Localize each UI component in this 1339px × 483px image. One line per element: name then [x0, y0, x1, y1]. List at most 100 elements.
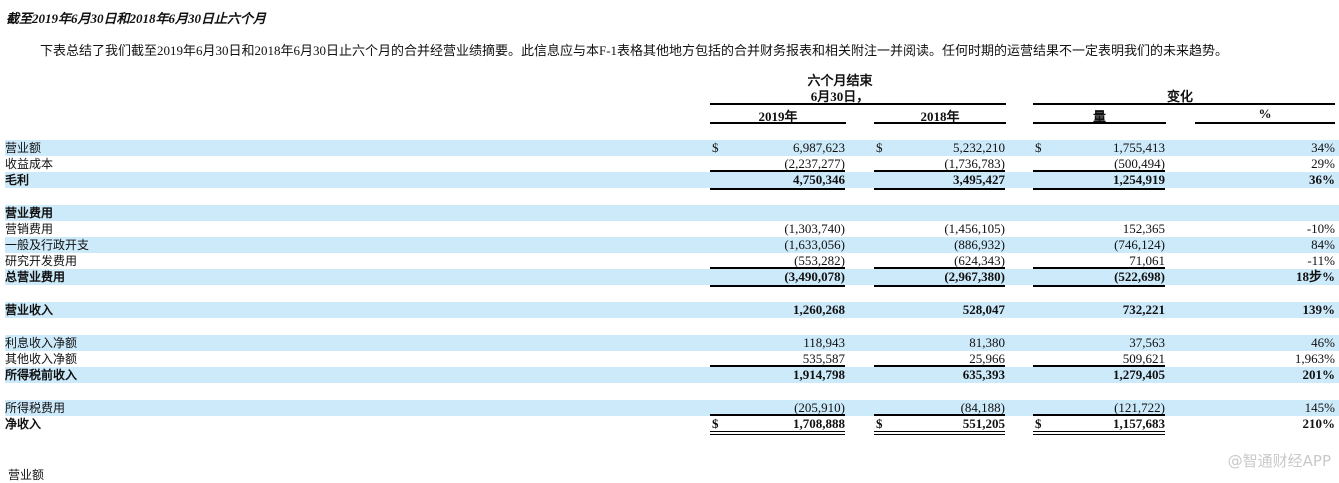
- cell-value: 4,750,346: [793, 172, 845, 187]
- spacer-row: [5, 188, 1339, 205]
- cell-value: 1,157,683: [1113, 416, 1165, 431]
- cell-value: 1,963%: [1294, 351, 1335, 366]
- table-row: 一般及行政开支 (1,633,056) (886,932) (746,124) 84%: [5, 237, 1339, 253]
- cell-v2018: (1,456,105): [874, 221, 1005, 237]
- cell-value: 210%: [1302, 416, 1336, 431]
- cell-value: (1,456,105): [944, 221, 1005, 236]
- cell-value: (886,932): [954, 237, 1005, 252]
- cell-pct: 139%: [1195, 302, 1336, 318]
- cell-value: -10%: [1306, 221, 1335, 236]
- cell-pct: 46%: [1195, 335, 1335, 351]
- cell-value: 635,393: [962, 367, 1005, 382]
- cell-chg: [1033, 205, 1165, 221]
- table-row: 营业收入 1,260,268 528,047 732,221 139%: [5, 302, 1339, 318]
- cell-value: (3,490,078): [784, 269, 845, 284]
- cell-v2019: (3,490,078): [710, 267, 845, 287]
- cell-v2019: 118,943: [710, 335, 845, 351]
- cell-chg: 732,221: [1033, 302, 1165, 318]
- cell-value: 145%: [1304, 400, 1335, 415]
- cell-value: 29%: [1311, 156, 1335, 171]
- row-label: 一般及行政开支: [5, 238, 90, 252]
- row-label: 其他收入净额: [5, 352, 78, 366]
- cell-v2019: 1,260,268: [710, 302, 845, 318]
- cell-v2018: 81,380: [874, 335, 1005, 351]
- cell-v2019: 4,750,346: [710, 170, 845, 190]
- currency-symbol: $: [876, 416, 883, 431]
- cell-value: (746,124): [1114, 237, 1165, 252]
- col-header-pct: %: [1258, 106, 1272, 121]
- cell-v2019: (1,633,056): [710, 237, 845, 253]
- spacer-row: [5, 383, 1339, 400]
- cell-v2019: $6,987,623: [710, 140, 845, 156]
- table-row: 营业额 $6,987,623 $5,232,210 $1,755,413 34%: [5, 140, 1339, 156]
- cell-value: 81,380: [969, 335, 1005, 350]
- currency-symbol: $: [712, 140, 719, 155]
- cell-value: 732,221: [1122, 302, 1165, 317]
- row-label: 净收入: [5, 417, 42, 431]
- table-row: 所得税前收入 1,914,798 635,393 1,279,405 201%: [5, 365, 1339, 383]
- row-label: 毛利: [5, 173, 30, 187]
- cell-pct: 84%: [1195, 237, 1335, 253]
- cell-v2018: 528,047: [874, 302, 1005, 318]
- header-rule: [710, 103, 1006, 105]
- cell-v2019: 1,914,798: [710, 365, 845, 383]
- cell-v2019: $1,708,888: [710, 414, 845, 435]
- spacer-row: [5, 318, 1339, 335]
- cell-chg: (522,698): [1033, 267, 1165, 287]
- currency-symbol: $: [876, 140, 883, 155]
- table-row: 毛利 4,750,346 3,495,427 1,254,919 36%: [5, 170, 1339, 190]
- cell-value: 1,755,413: [1113, 140, 1165, 155]
- income-statement-table: 营业额 $6,987,623 $5,232,210 $1,755,413 34% 收益成本…: [5, 140, 1339, 435]
- cell-pct: 18步%: [1195, 269, 1335, 285]
- cell-value: (522,698): [1114, 269, 1165, 284]
- row-label: 营业费用: [5, 206, 54, 220]
- table-row: 总营业费用 (3,490,078) (2,967,380) (522,698) 18步%: [5, 267, 1339, 287]
- cell-pct: 145%: [1195, 400, 1335, 416]
- cell-value: 37,563: [1129, 335, 1165, 350]
- watermark: @智通财经APP: [1227, 452, 1331, 470]
- cell-chg: $1,157,683: [1033, 414, 1165, 435]
- cell-pct: 1,963%: [1195, 351, 1335, 367]
- cell-value: (2,967,380): [944, 269, 1005, 284]
- row-label: 营业额: [5, 141, 42, 155]
- row-label: 利息收入净额: [5, 336, 78, 350]
- cell-pct: 34%: [1195, 140, 1335, 156]
- cell-pct: [1195, 205, 1335, 221]
- cell-value: 6,987,623: [793, 140, 845, 155]
- cell-value: 118,943: [803, 335, 845, 350]
- cell-value: (1,303,740): [784, 221, 845, 236]
- cell-pct: 29%: [1195, 156, 1335, 172]
- cell-pct: -10%: [1195, 221, 1335, 237]
- row-label: 营业收入: [5, 303, 54, 317]
- cell-v2018: $5,232,210: [874, 140, 1005, 156]
- cell-v2018: [874, 205, 1005, 221]
- row-label: 所得税前收入: [5, 368, 78, 382]
- cell-pct: 210%: [1195, 416, 1336, 432]
- cell-value: 201%: [1302, 367, 1336, 382]
- cell-value: 34%: [1311, 140, 1335, 155]
- header-rule: [874, 122, 1006, 124]
- cell-value: 1,260,268: [793, 302, 845, 317]
- header-rule: [1195, 122, 1335, 124]
- table-row: 净收入 $1,708,888 $551,205 $1,157,683 210%: [5, 414, 1339, 435]
- cell-chg: (746,124): [1033, 237, 1165, 253]
- cell-v2018: $551,205: [874, 414, 1005, 435]
- cell-chg: 152,365: [1033, 221, 1165, 237]
- cell-v2018: 635,393: [874, 365, 1005, 383]
- cell-pct: 201%: [1195, 367, 1336, 383]
- spacer-row: [5, 285, 1339, 302]
- cell-value: 36%: [1309, 172, 1335, 187]
- currency-symbol: $: [1035, 416, 1042, 431]
- header-rule: [1033, 122, 1166, 124]
- header-rule: [710, 122, 846, 124]
- cell-value: (1,633,056): [784, 237, 845, 252]
- cell-value: -11%: [1307, 253, 1335, 268]
- cell-pct: -11%: [1195, 253, 1335, 269]
- cell-value: 46%: [1311, 335, 1335, 350]
- cell-v2018: (886,932): [874, 237, 1005, 253]
- row-label: 总营业费用: [5, 270, 66, 284]
- cell-v2019: [710, 205, 845, 221]
- table-row: 营销费用 (1,303,740) (1,456,105) 152,365 -10%: [5, 221, 1339, 237]
- currency-symbol: $: [712, 416, 719, 431]
- cell-v2019: (1,303,740): [710, 221, 845, 237]
